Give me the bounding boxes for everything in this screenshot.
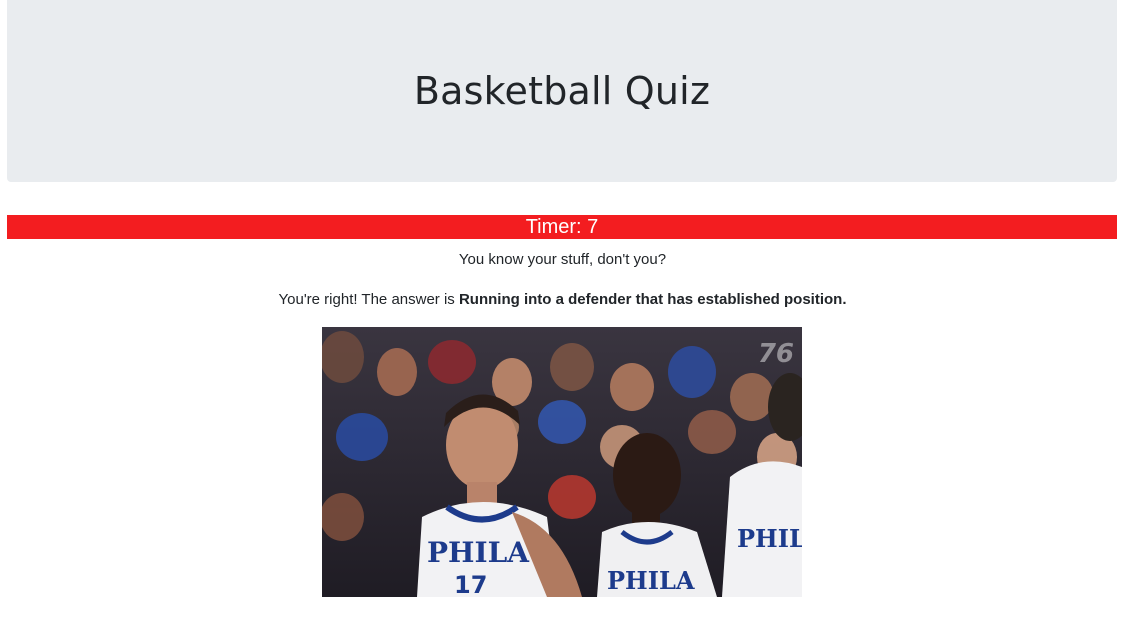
basketball-players-image: PHILA 17 PHILA PHILA <box>322 327 802 597</box>
header-jumbotron: Basketball Quiz <box>7 0 1117 182</box>
page-title: Basketball Quiz <box>413 69 711 113</box>
reaction-gif: PHILA 17 PHILA PHILA 76 <box>322 327 802 597</box>
sixers-logo-watermark: 76 <box>757 339 794 369</box>
correct-answer: Running into a defender that has establi… <box>458 291 847 308</box>
svg-text:17: 17 <box>454 571 487 597</box>
answer-prefix: You're right! The answer is <box>278 291 459 308</box>
answer-message: You're right! The answer is Running into… <box>0 291 1125 308</box>
timer-label: Timer: 7 <box>525 216 599 238</box>
svg-text:PHILA: PHILA <box>607 566 695 595</box>
timer-bar: Timer: 7 <box>7 215 1117 239</box>
svg-text:PHILA: PHILA <box>737 524 802 553</box>
praise-message: You know your stuff, don't you? <box>458 251 667 268</box>
svg-text:PHILA: PHILA <box>427 536 530 569</box>
